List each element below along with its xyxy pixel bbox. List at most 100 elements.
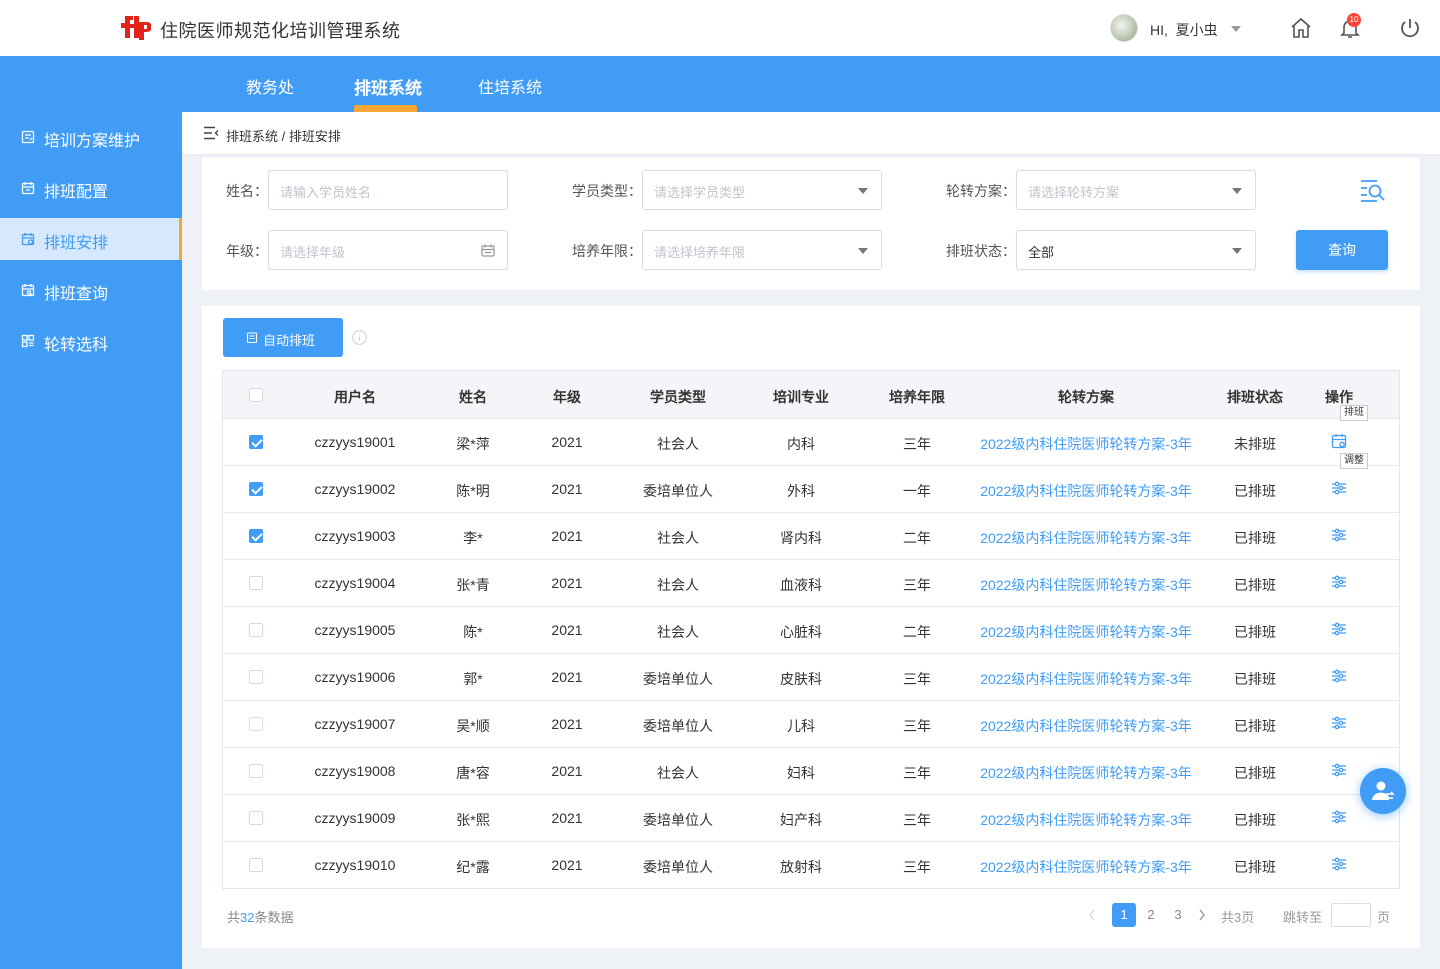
top-header: 住院医师规范化培训管理系统 HI, 夏小虫 10 [0,0,1440,56]
user-avatar[interactable] [1110,14,1138,42]
rotation-plan-label: 轮转方案： [946,183,1016,199]
student-type-select[interactable]: 请选择学员类型 [642,170,882,210]
row-checkbox[interactable] [249,623,263,637]
adjust-sliders-icon[interactable] [1331,668,1347,684]
grade-picker[interactable]: 请选择年级 [268,230,508,270]
topnav-residency[interactable]: 住培系统 [478,74,542,98]
table-row: czzyys19001 梁*萍 2021 社会人 内科 三年 2022级内科住院医师轮转方案… [223,419,1399,466]
row-checkbox[interactable] [249,576,263,590]
adjust-sliders-icon[interactable] [1331,574,1347,590]
cell-username: czzyys19007 [314,716,396,732]
sidebar-item-schedule-config[interactable]: 排班配置 [0,167,182,209]
menu-fold-icon[interactable] [203,126,219,140]
page-jump-input[interactable] [1331,903,1371,927]
schedule-icon [247,332,257,343]
cell-schedule-status: 已排班 [1234,859,1276,875]
select-all-checkbox[interactable] [249,388,263,402]
prev-page-icon[interactable] [1088,908,1096,922]
total-number: 32 [240,910,255,925]
rotation-plan-select[interactable]: 请选择轮转方案 [1016,170,1256,210]
row-checkbox[interactable] [249,435,263,449]
cell-major: 放射科 [780,859,822,875]
adjust-sliders-icon[interactable] [1331,480,1347,496]
cell-schedule-status: 已排班 [1234,718,1276,734]
adjust-sliders-icon[interactable] [1331,809,1347,825]
cell-schedule-status: 已排班 [1234,483,1276,499]
cell-grade: 2021 [551,622,583,638]
cell-training-years: 三年 [903,671,931,687]
row-checkbox[interactable] [249,717,263,731]
cell-major: 外科 [787,483,815,499]
cell-username: czzyys19003 [314,528,396,544]
adjust-sliders-icon[interactable] [1331,527,1347,543]
cell-major: 儿科 [787,718,815,734]
schedule-status-select[interactable]: 全部 [1016,230,1256,270]
page-button-1[interactable]: 1 [1112,903,1136,927]
info-icon[interactable] [352,330,367,345]
home-icon[interactable] [1289,16,1313,40]
power-icon[interactable] [1398,16,1422,40]
cell-training-years: 三年 [903,859,931,875]
cell-schedule-status: 已排班 [1234,577,1276,593]
breadcrumb: 排班系统 / 排班安排 [226,129,341,144]
jump-label: 跳转至 [1283,910,1323,925]
cell-rotation-plan[interactable]: 2022级内科住院医师轮转方案-3年 [980,434,1192,454]
sidebar-item-schedule-arrange[interactable]: 排班安排 [0,218,182,260]
cell-rotation-plan[interactable]: 2022级内科住院医师轮转方案-3年 [980,857,1192,877]
adjust-sliders-icon[interactable] [1331,621,1347,637]
table-row: czzyys19002 陈*明 2021 委培单位人 外科 一年 2022级内科住院医师轮转… [223,466,1399,513]
cell-rotation-plan[interactable]: 2022级内科住院医师轮转方案-3年 [980,810,1192,830]
row-checkbox[interactable] [249,529,263,543]
cell-username: czzyys19006 [314,669,396,685]
cell-rotation-plan[interactable]: 2022级内科住院医师轮转方案-3年 [980,716,1192,736]
cell-rotation-plan[interactable]: 2022级内科住院医师轮转方案-3年 [980,669,1192,689]
schedule-tooltip: 排班 [1340,405,1368,421]
cell-name: 梁*萍 [456,436,490,452]
cell-student-type: 委培单位人 [643,859,713,875]
sidebar-item-training-plan[interactable]: 培训方案维护 [0,116,182,158]
query-button[interactable]: 查询 [1296,230,1388,270]
advanced-search-icon[interactable] [1360,178,1386,202]
cell-rotation-plan[interactable]: 2022级内科住院医师轮转方案-3年 [980,528,1192,548]
adjust-sliders-icon[interactable] [1331,715,1347,731]
picker-placeholder: 请选择年级 [280,245,346,260]
cell-name: 陈*明 [456,483,490,499]
topnav-academic-office[interactable]: 教务处 [246,74,294,98]
adjust-sliders-icon[interactable] [1331,762,1347,778]
cell-rotation-plan[interactable]: 2022级内科住院医师轮转方案-3年 [980,622,1192,642]
total-count: 共32条数据 [227,907,294,926]
sidebar-item-rotation-select[interactable]: 轮转选科 [0,320,182,362]
topnav-scheduling[interactable]: 排班系统 [354,74,422,99]
table-row: czzyys19010 纪*露 2021 委培单位人 放射科 三年 2022级内科住院医师轮… [223,842,1399,888]
page-button-3[interactable]: 3 [1166,903,1190,927]
cell-major: 血液科 [780,577,822,593]
next-page-icon[interactable] [1198,908,1206,922]
row-checkbox[interactable] [249,811,263,825]
cell-student-type: 社会人 [657,436,699,452]
row-checkbox[interactable] [249,858,263,872]
assistant-button[interactable] [1360,768,1406,814]
row-checkbox[interactable] [249,482,263,496]
cell-student-type: 委培单位人 [643,718,713,734]
cell-major: 妇产科 [780,812,822,828]
total-suffix: 条数据 [254,910,294,925]
cell-rotation-plan[interactable]: 2022级内科住院医师轮转方案-3年 [980,763,1192,783]
user-greeting[interactable]: HI, 夏小虫 [1150,20,1218,40]
sidebar-item-label: 排班安排 [44,235,109,252]
sidebar-item-schedule-query[interactable]: 排班查询 [0,269,182,311]
student-name-input[interactable]: 请输入学员姓名 [268,170,508,210]
schedule-calendar-icon[interactable] [1331,433,1347,449]
auto-schedule-button[interactable]: 自动排班 [223,318,343,357]
cell-rotation-plan[interactable]: 2022级内科住院医师轮转方案-3年 [980,481,1192,501]
cell-student-type: 委培单位人 [643,671,713,687]
cell-name: 李* [463,530,483,546]
cell-rotation-plan[interactable]: 2022级内科住院医师轮转方案-3年 [980,575,1192,595]
adjust-sliders-icon[interactable] [1331,856,1347,872]
page-button-2[interactable]: 2 [1139,903,1163,927]
row-checkbox[interactable] [249,764,263,778]
row-checkbox[interactable] [249,670,263,684]
training-years-select[interactable]: 请选择培养年限 [642,230,882,270]
select-placeholder: 请选择轮转方案 [1028,185,1120,200]
cell-training-years: 二年 [903,624,931,640]
chevron-down-icon[interactable] [1231,26,1241,32]
